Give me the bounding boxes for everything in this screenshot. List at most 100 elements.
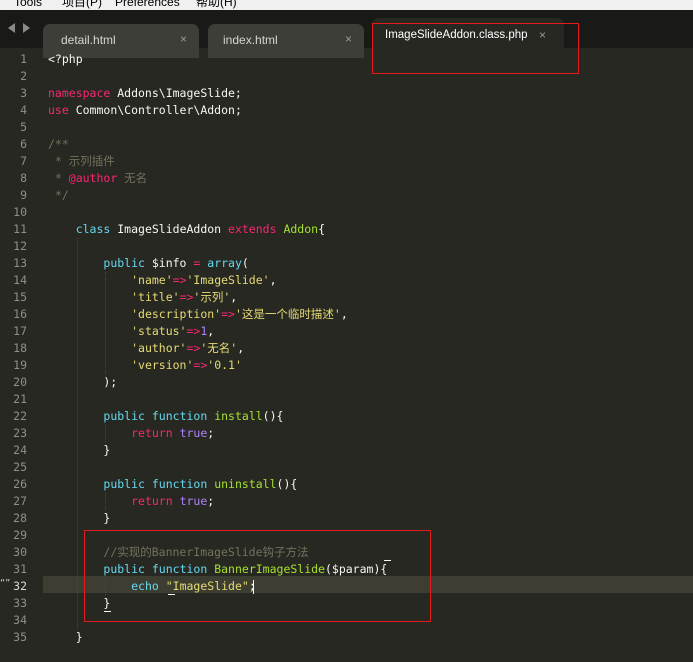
menu-project[interactable]: 项目(P) (62, 0, 102, 9)
line-number: 15 (13, 290, 27, 304)
code-token: $info (144, 256, 194, 270)
line-number: 13 (13, 256, 27, 270)
hook-method-highlight-box (84, 530, 431, 622)
code-token: '这是一个临时描述' (234, 307, 341, 321)
code-token: public (103, 477, 145, 491)
code-token: function (151, 477, 208, 491)
code-token: true (179, 426, 208, 440)
indent-guide (105, 578, 106, 595)
code-token: return (131, 494, 173, 508)
code-token: use (48, 103, 69, 117)
line-number-gutter: 1 2 3 4 5 6 7 8 9 10 11 12 13 14 15 16 17 18 19 20 21 22 23 24 2… (0, 48, 43, 662)
line-number: 10 (13, 205, 27, 219)
code-token: 'version' (131, 358, 194, 372)
line-number: 33 (13, 596, 27, 610)
code-line: 'name'=>'ImageSlide', (48, 272, 276, 289)
code-line: 'description'=>'这是一个临时描述', (48, 306, 348, 323)
code-token: '无名' (200, 341, 238, 355)
line-number: 27 (13, 494, 27, 508)
code-line: ); (48, 374, 117, 391)
code-token: * (48, 171, 69, 185)
code-token: => (221, 307, 235, 321)
line-number: 14 (13, 273, 27, 287)
line-number: 21 (13, 392, 27, 406)
code-token: 'description' (131, 307, 222, 321)
code-line: public function install(){ (48, 408, 283, 425)
line-number: 5 (20, 120, 27, 134)
code-line: <?php (48, 51, 83, 68)
line-number: 20 (13, 375, 27, 389)
line-number: 29 (13, 528, 27, 542)
code-token: (){ (262, 409, 284, 423)
code-line: use Common\Controller\Addon; (48, 102, 242, 119)
line-number: 7 (20, 154, 27, 168)
code-token: uninstall (214, 477, 277, 491)
code-editor[interactable]: 1 2 3 4 5 6 7 8 9 10 11 12 13 14 15 16 17 18 19 20 21 22 23 24 2… (0, 48, 693, 662)
line-number: 8 (20, 171, 27, 185)
code-token: 'author' (131, 341, 187, 355)
code-token: (){ (276, 477, 298, 491)
code-token: 'title' (131, 290, 180, 304)
code-token: 'ImageSlide' (186, 273, 270, 287)
tab-label: detail.html (61, 33, 116, 47)
code-line: } (48, 510, 110, 527)
code-line: class ImageSlideAddon extends Addon{ (48, 221, 325, 238)
code-token: function (151, 409, 208, 423)
code-line: */ (48, 187, 69, 204)
code-token: Common\Controller\Addon; (68, 103, 242, 117)
tab-scroll-right-icon[interactable] (23, 23, 30, 33)
code-token: , (340, 307, 348, 321)
tab-bar: detail.html × index.html × ImageSlideAdd… (0, 10, 693, 74)
tab-scroll-left-icon[interactable] (8, 23, 15, 33)
code-token: ; (207, 426, 215, 440)
code-line: namespace Addons\ImageSlide; (48, 85, 242, 102)
line-number: 16 (13, 307, 27, 321)
code-token: ); (48, 375, 118, 389)
menu-help[interactable]: 帮助(H) (196, 0, 237, 9)
code-token: => (179, 290, 194, 304)
line-number: 28 (13, 511, 27, 525)
code-line: return true; (48, 425, 214, 442)
code-token: ImageSlideAddon (110, 222, 229, 236)
line-number: 11 (13, 222, 27, 236)
code-token: ; (207, 494, 215, 508)
tab-close-icon[interactable]: × (180, 32, 187, 46)
menu-tools[interactable]: Tools (14, 0, 42, 9)
code-token: Addons\ImageSlide; (110, 86, 242, 100)
line-number: 34 (13, 613, 27, 627)
code-token: namespace (48, 86, 111, 100)
code-token: => (186, 324, 201, 338)
code-token: * 示列插件 (48, 154, 115, 168)
code-token: extends (228, 222, 277, 236)
line-number: 2 (20, 69, 27, 83)
code-line: public function uninstall(){ (48, 476, 297, 493)
tab-label: index.html (223, 33, 278, 47)
code-token: true (179, 494, 208, 508)
line-number: 6 (20, 137, 27, 151)
code-token: class (75, 222, 111, 236)
code-token: install (214, 409, 263, 423)
line-number: 17 (13, 324, 27, 338)
code-line: public $info = array( (48, 255, 248, 272)
code-token: , (207, 324, 215, 338)
tab-close-icon[interactable]: × (345, 32, 352, 46)
code-line: * @author 无名 (48, 170, 147, 187)
line-number: 18 (13, 341, 27, 355)
line-number: 35 (13, 630, 27, 644)
menu-bar: Tools 项目(P) Preferences 帮助(H) (0, 0, 693, 10)
code-token: '示列' (193, 290, 231, 304)
menu-preferences[interactable]: Preferences (115, 0, 180, 9)
code-token: Addon (283, 222, 319, 236)
line-number: 4 (20, 103, 27, 117)
code-line: /** (48, 136, 69, 153)
line-number: 23 (13, 426, 27, 440)
